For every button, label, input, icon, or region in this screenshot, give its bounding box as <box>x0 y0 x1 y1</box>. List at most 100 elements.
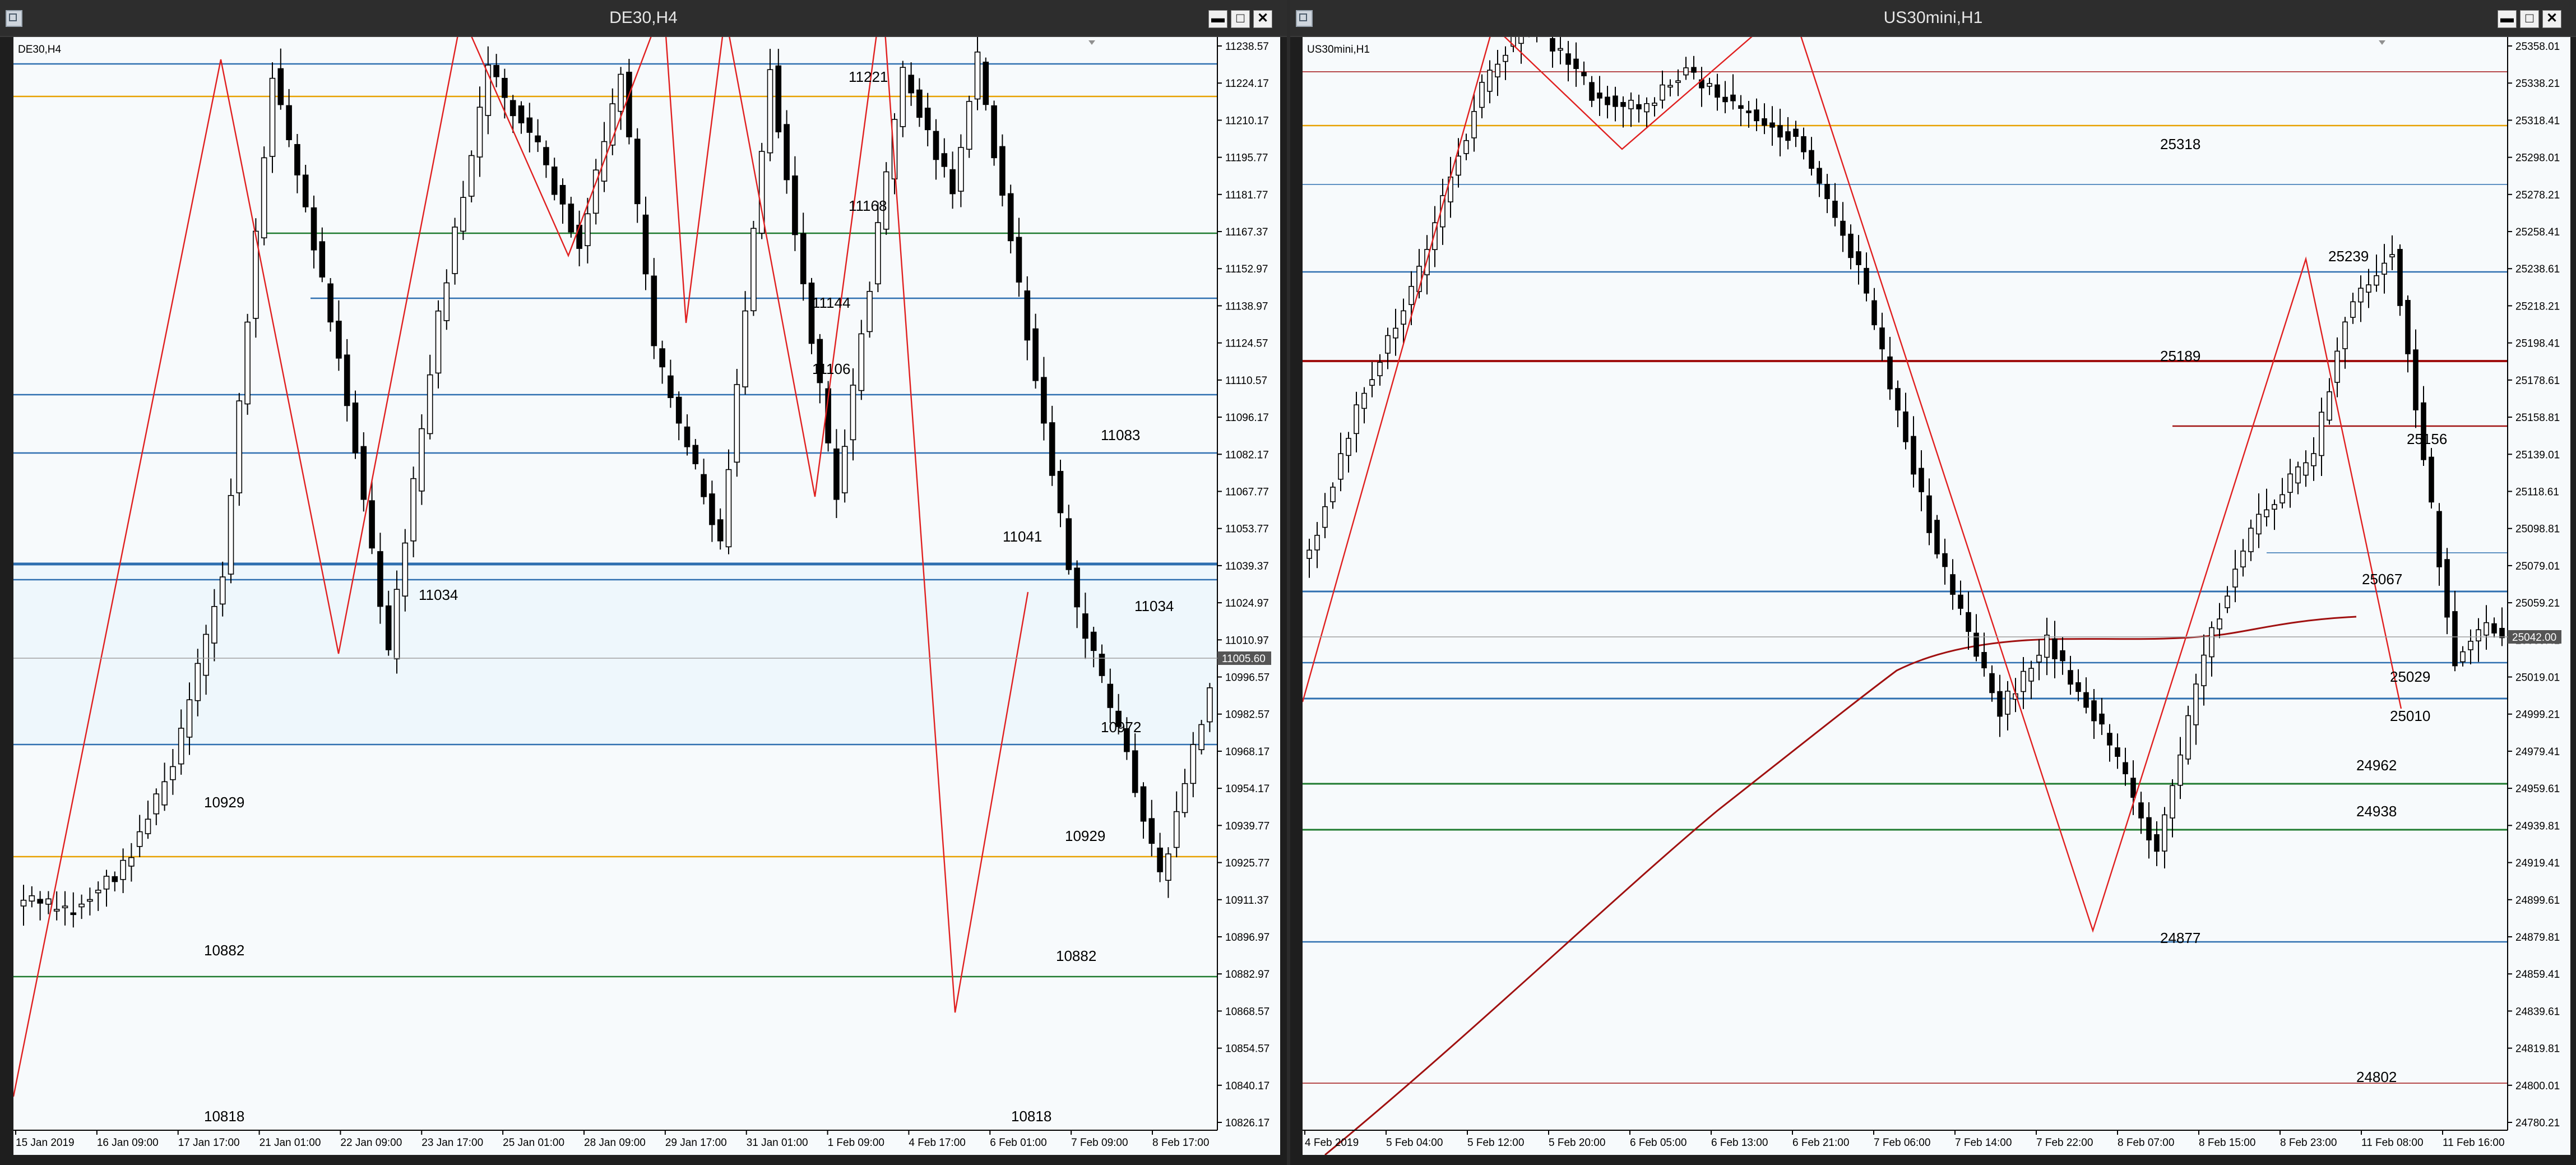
price-tick-label: 25238.61 <box>2515 263 2560 275</box>
minimize-button[interactable]: ▬ <box>1208 10 1227 28</box>
price-tick-label: 25098.81 <box>2515 524 2560 535</box>
level-label: 25010 <box>2390 708 2430 724</box>
candle-body <box>1644 103 1650 113</box>
price-tick-label: 24819.81 <box>2515 1043 2560 1055</box>
price-tick-label: 11224.17 <box>1225 78 1269 90</box>
candle-body <box>1934 520 1940 554</box>
candle-body <box>2429 456 2434 503</box>
price-tick-label: 24800.01 <box>2515 1080 2560 1092</box>
level-label: 25067 <box>2362 571 2402 588</box>
chart-plot-area[interactable]: DE30,H4 11221 11168 11144 11106 11083 11041 11… <box>12 0 1280 1155</box>
candle-body <box>2021 671 2026 692</box>
candle-body <box>2460 651 2466 663</box>
candle-body <box>1785 131 1791 141</box>
candle-body <box>1887 356 1893 390</box>
price-tick-label: 11010.97 <box>1225 635 1269 646</box>
price-tick-label: 10882.97 <box>1225 969 1270 981</box>
candle-body <box>344 354 350 406</box>
candle-body <box>468 155 475 197</box>
candle-body <box>2225 595 2230 608</box>
candle-body <box>2499 627 2505 639</box>
candle-body <box>1487 70 1493 92</box>
candle-body <box>535 135 541 142</box>
title-bar[interactable]: US30mini,H1 ▬ □ ✕ <box>1290 0 2576 37</box>
candle-body <box>1636 104 1642 110</box>
candle-body <box>1140 786 1147 822</box>
candle-body <box>2060 650 2065 662</box>
candle-body <box>568 204 574 233</box>
price-tick-label: 24859.41 <box>2515 969 2560 981</box>
candle-body <box>2389 254 2395 258</box>
title-bar[interactable]: DE30,H4 ▬ □ ✕ <box>0 0 1287 37</box>
de30-chart-svg[interactable]: DE30,H4 11221 11168 11144 11106 11083 11041 11… <box>12 0 1280 1155</box>
price-tick-label: 11053.77 <box>1225 524 1269 535</box>
candle-body <box>974 52 981 100</box>
candle-body <box>2303 462 2309 476</box>
candle-body <box>1981 651 1987 669</box>
candle-body <box>2468 641 2473 650</box>
candle-body <box>393 589 400 659</box>
minimize-button[interactable]: ▬ <box>2498 10 2517 28</box>
candle-body <box>1565 53 1571 65</box>
candle-body <box>1306 549 1312 559</box>
candle-body <box>2075 682 2081 692</box>
candle-body <box>2154 834 2160 852</box>
level-label: 10882 <box>1056 947 1096 964</box>
candle-body <box>1090 631 1097 651</box>
candle-body <box>336 321 342 359</box>
time-tick-label: 7 Feb 09:00 <box>1071 1137 1128 1149</box>
candle-body <box>29 895 35 902</box>
candle-body <box>1099 654 1105 676</box>
price-axis[interactable] <box>2508 37 2570 1155</box>
time-tick-label: 8 Feb 07:00 <box>2118 1137 2174 1149</box>
candle-body <box>178 728 184 765</box>
chart-window-us30mini[interactable]: US30mini,H1 ▬ □ ✕ US30mini,H1 25318 25239… <box>1290 0 2576 1165</box>
candle-body <box>709 493 715 525</box>
close-button[interactable]: ✕ <box>1253 10 1272 28</box>
candle-body <box>2240 551 2246 568</box>
candle-body <box>261 157 267 239</box>
candle-body <box>1322 506 1328 528</box>
candle-body <box>228 494 234 575</box>
candle-body <box>1675 80 1681 83</box>
candle-body <box>2374 275 2379 286</box>
price-tick-label: 10982.57 <box>1225 709 1270 721</box>
candle-body <box>1707 83 1712 87</box>
us30mini-chart-svg[interactable]: US30mini,H1 25318 25239 25189 25156 25067 250… <box>1301 2 2570 1156</box>
candle-body <box>941 153 948 167</box>
candle-body <box>402 542 409 597</box>
candle-body <box>2491 623 2497 634</box>
maximize-button[interactable]: □ <box>1231 10 1250 28</box>
price-tick-label: 11138.97 <box>1225 301 1268 312</box>
candle-body <box>277 68 284 105</box>
candle-body <box>2185 715 2191 760</box>
price-tick-label: 11167.37 <box>1225 226 1268 238</box>
price-tick-label: 24919.41 <box>2515 858 2560 870</box>
candle-body <box>675 396 682 424</box>
level-label: 11168 <box>849 197 887 214</box>
candle-body <box>1107 683 1114 708</box>
candle-body <box>1738 105 1744 109</box>
price-tick-label: 11210.17 <box>1225 115 1269 127</box>
level-label: 11041 <box>1003 528 1042 545</box>
level-label: 25239 <box>2328 248 2369 265</box>
close-button[interactable]: ✕ <box>2542 10 2561 28</box>
chart-window-de30[interactable]: DE30,H4 ▬ □ ✕ DE30,H4 11221 11168 11144 111… <box>0 0 1287 1165</box>
candle-body <box>1198 724 1204 750</box>
price-tick-label: 11039.37 <box>1225 561 1269 572</box>
candle-body <box>841 446 848 493</box>
chart-plot-area[interactable]: US30mini,H1 25318 25239 25189 25156 25067 250… <box>1301 2 2570 1156</box>
candle-body <box>509 100 516 117</box>
price-tick-label: 11024.97 <box>1225 598 1269 609</box>
time-tick-label: 6 Feb 01:00 <box>990 1137 1046 1149</box>
price-axis[interactable] <box>1217 37 1280 1155</box>
candle-body <box>2382 262 2387 275</box>
candle-body <box>1762 118 1767 126</box>
price-tick-label: 24979.41 <box>2515 746 2560 758</box>
candle-body <box>2052 638 2058 659</box>
time-tick-label: 17 Jan 17:00 <box>178 1137 240 1149</box>
candle-body <box>2280 494 2285 503</box>
level-label: 25156 <box>2407 431 2447 447</box>
price-tick-label: 10868.57 <box>1225 1006 1270 1018</box>
maximize-button[interactable]: □ <box>2520 10 2539 28</box>
